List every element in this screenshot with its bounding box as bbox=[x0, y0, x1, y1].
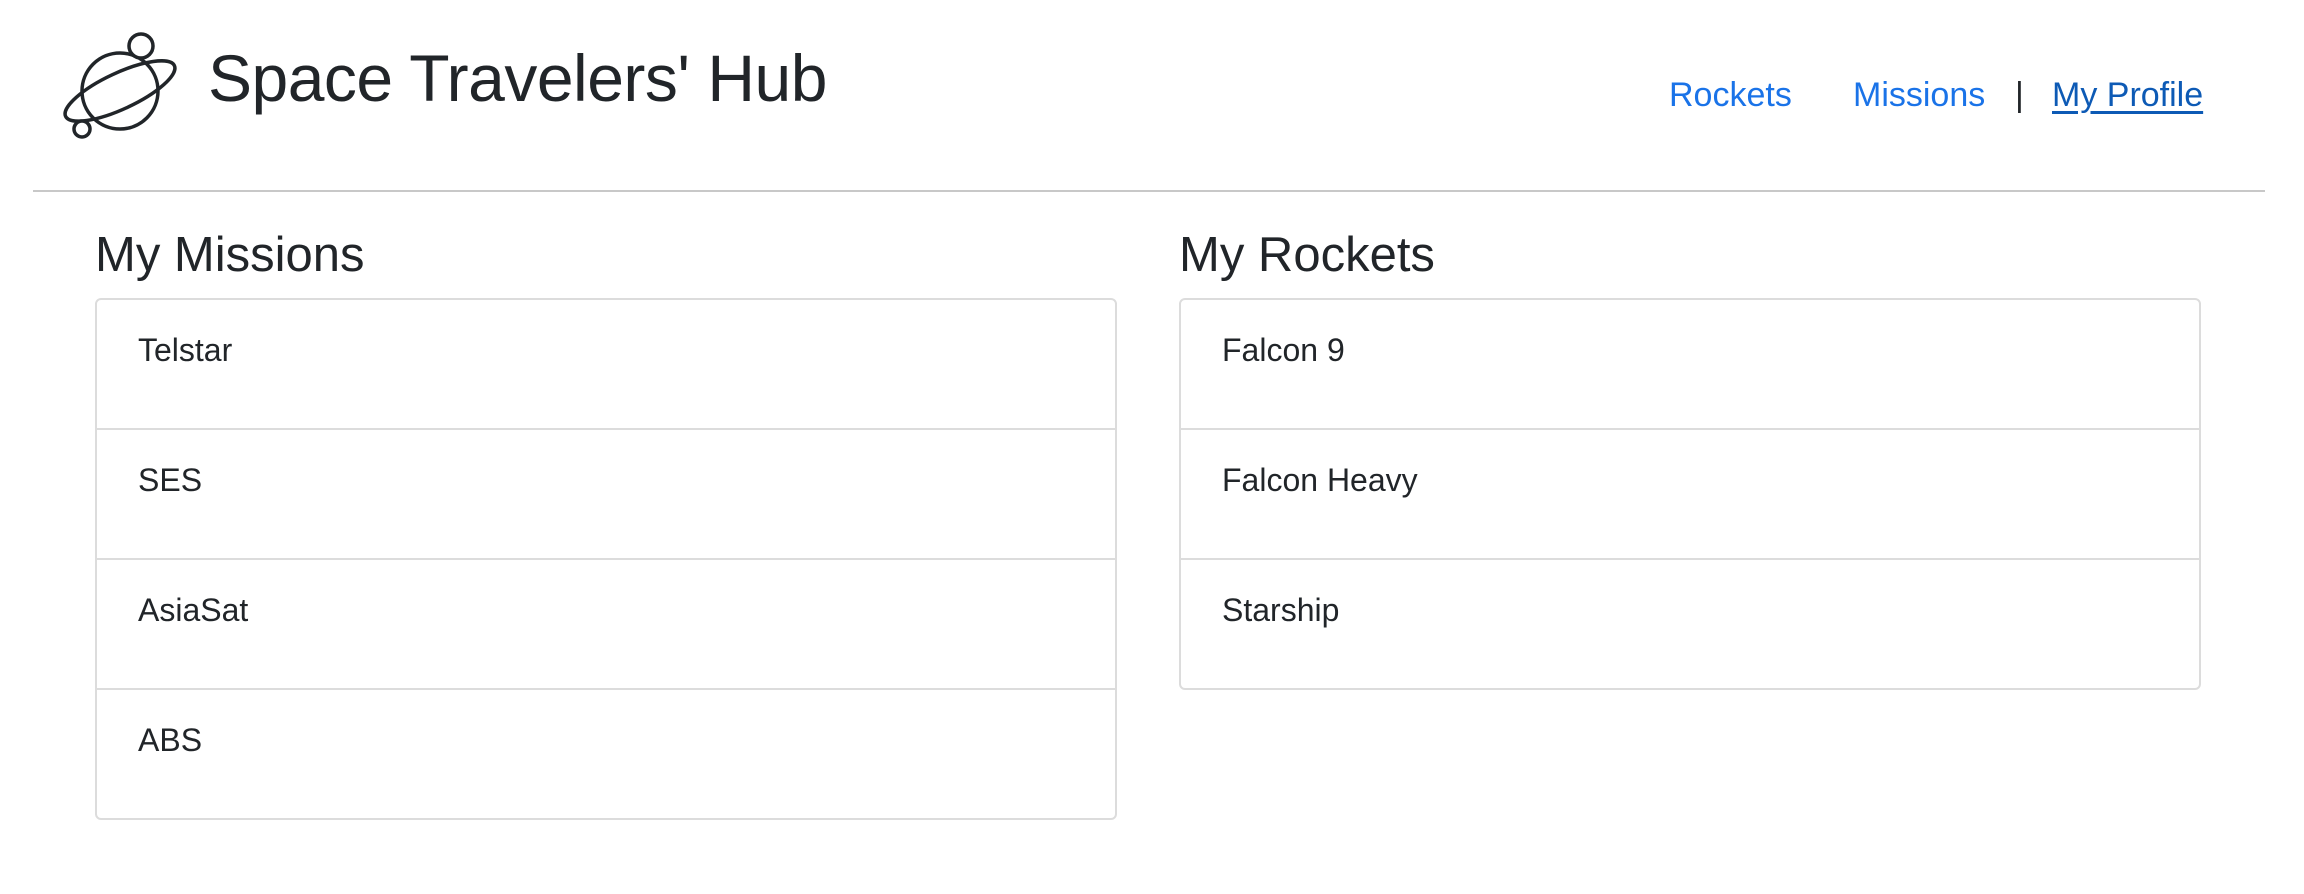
header-divider bbox=[33, 190, 2265, 192]
my-missions-title: My Missions bbox=[95, 228, 365, 282]
nav-separator: | bbox=[2015, 76, 2024, 114]
mission-list-item: SES bbox=[97, 430, 1115, 560]
my-rockets-title: My Rockets bbox=[1179, 228, 1435, 282]
nav-link-missions[interactable]: Missions bbox=[1853, 70, 1985, 120]
rocket-list-item: Falcon 9 bbox=[1181, 300, 2199, 430]
nav-link-my-profile[interactable]: My Profile bbox=[2052, 70, 2203, 120]
site-title: Space Travelers' Hub bbox=[208, 41, 827, 115]
mission-list-item: AsiaSat bbox=[97, 560, 1115, 690]
main-nav: Rockets Missions | My Profile bbox=[1600, 70, 2203, 120]
rocket-list-item: Falcon Heavy bbox=[1181, 430, 2199, 560]
mission-list-item: ABS bbox=[138, 722, 203, 758]
planet-icon[interactable] bbox=[60, 26, 180, 146]
site-header: Space Travelers' Hub Rockets Missions | … bbox=[0, 0, 2304, 190]
my-missions-section: My Missions Telstar SES AsiaSat ABS bbox=[95, 220, 1117, 836]
mission-list-item: Telstar bbox=[97, 300, 1115, 430]
nav-link-rockets[interactable]: Rockets bbox=[1669, 70, 1792, 120]
missions-list: Telstar SES AsiaSat ABS bbox=[95, 298, 1117, 820]
my-rockets-section: My Rockets Falcon 9 Falcon Heavy Starshi… bbox=[1179, 220, 2201, 706]
rockets-list: Falcon 9 Falcon Heavy Starship bbox=[1179, 298, 2201, 690]
rocket-list-item: Starship bbox=[1222, 592, 1340, 628]
